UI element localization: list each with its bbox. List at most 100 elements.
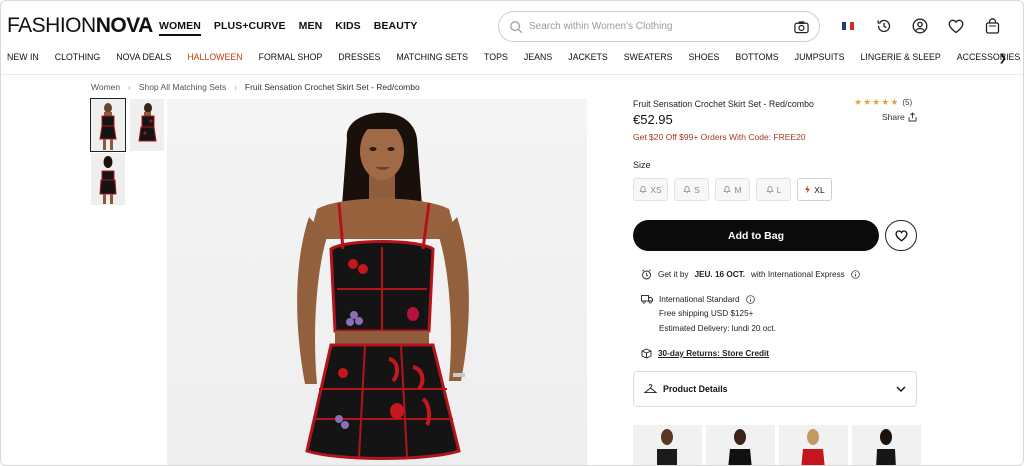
thumbnail-3[interactable] xyxy=(91,153,125,205)
wishlist-button[interactable] xyxy=(885,220,917,251)
product-thumbnail-image xyxy=(657,429,677,465)
review-count[interactable]: (5) xyxy=(902,98,912,107)
cat-matching-sets[interactable]: MATCHING SETS xyxy=(388,51,476,74)
site-header: FASHIONNOVA WOMEN PLUS+CURVE MEN KIDS BE… xyxy=(1,1,1023,51)
bell-icon xyxy=(639,186,647,194)
info-icon[interactable] xyxy=(850,270,860,279)
info-icon[interactable] xyxy=(745,294,755,304)
chevron-right-icon: › xyxy=(234,82,237,92)
thumbnail-1[interactable] xyxy=(90,98,126,152)
account-icon[interactable] xyxy=(911,17,929,35)
size-xs-label: XS xyxy=(650,184,662,195)
size-xl-label: XL xyxy=(814,184,825,195)
search-bar[interactable] xyxy=(498,11,820,42)
star-icon: ★ xyxy=(863,97,872,107)
size-option-m[interactable]: M xyxy=(715,178,750,201)
search-input[interactable] xyxy=(529,21,794,32)
returns-link[interactable]: 30-day Returns: Store Credit xyxy=(658,349,769,358)
estimated-delivery-text: Estimated Delivery: lundi 20 oct. xyxy=(659,324,776,333)
cat-lingerie-sleep[interactable]: LINGERIE & SLEEP xyxy=(853,51,949,74)
size-m-label: M xyxy=(734,184,742,195)
recommended-item-3[interactable] xyxy=(779,425,848,465)
thumbnail-2[interactable] xyxy=(130,99,164,151)
main-product-image[interactable] xyxy=(167,99,587,465)
free-shipping-text: Free shipping USD $125+ xyxy=(659,309,754,318)
bell-icon xyxy=(765,186,774,194)
size-option-xs[interactable]: XS xyxy=(633,178,668,201)
nav-men[interactable]: MEN xyxy=(299,20,323,36)
chevron-right-icon[interactable]: ❯ xyxy=(999,53,1007,64)
bell-icon xyxy=(723,186,732,194)
cat-jeans[interactable]: JEANS xyxy=(516,51,560,74)
intl-standard-label: International Standard xyxy=(659,294,740,304)
product-details-accordion[interactable]: Product Details xyxy=(633,371,917,407)
header-icons xyxy=(839,17,1001,35)
product-thumbnail-image xyxy=(728,429,752,465)
size-s-label: S xyxy=(694,184,700,195)
model-illustration xyxy=(297,112,469,460)
share-label: Share xyxy=(882,112,905,122)
camera-icon[interactable] xyxy=(794,20,809,34)
truck-icon xyxy=(641,295,653,304)
cat-shoes[interactable]: SHOES xyxy=(681,51,728,74)
cat-jumpsuits[interactable]: JUMPSUITS xyxy=(787,51,853,74)
size-option-xl[interactable]: XL xyxy=(797,178,832,201)
nav-beauty[interactable]: BEAUTY xyxy=(374,20,418,36)
recommended-item-2[interactable] xyxy=(706,425,775,465)
breadcrumb-matching-sets[interactable]: Shop All Matching Sets xyxy=(139,82,226,92)
express-date: JEU. 16 OCT. xyxy=(694,270,746,279)
size-selector: XS S M L XL xyxy=(633,178,832,201)
express-delivery-row: Get it by JEU. 16 OCT. with Internationa… xyxy=(641,269,860,280)
recommended-item-4[interactable] xyxy=(852,425,921,465)
hanger-icon xyxy=(644,384,657,394)
model-back-image xyxy=(99,156,117,204)
share-button[interactable]: Share xyxy=(882,112,917,122)
cat-jackets[interactable]: JACKETS xyxy=(560,51,616,74)
recommended-products xyxy=(633,425,921,465)
cat-halloween[interactable]: HALLOWEEN xyxy=(179,51,250,74)
nav-women[interactable]: WOMEN xyxy=(159,20,201,36)
bag-icon[interactable] xyxy=(983,17,1001,35)
cat-dresses[interactable]: DRESSES xyxy=(330,51,388,74)
returns-row[interactable]: 30-day Returns: Store Credit xyxy=(641,348,769,359)
standard-shipping-row: International Standard xyxy=(641,294,755,304)
cat-formal-shop[interactable]: FORMAL SHOP xyxy=(251,51,331,74)
search-icon xyxy=(510,20,523,33)
chevron-down-icon xyxy=(896,386,906,392)
add-to-bag-button[interactable]: Add to Bag xyxy=(633,220,879,251)
express-prefix: Get it by xyxy=(658,270,689,279)
flag-icon[interactable] xyxy=(839,17,857,35)
nav-kids[interactable]: KIDS xyxy=(335,20,361,36)
star-icon: ★ xyxy=(881,97,890,107)
model-front-image xyxy=(99,103,117,150)
heart-icon xyxy=(894,229,908,242)
browser-page: FASHIONNOVA WOMEN PLUS+CURVE MEN KIDS BE… xyxy=(0,0,1024,466)
model-side-image xyxy=(138,103,157,142)
product-price: €52.95 xyxy=(633,112,673,127)
recommended-item-1[interactable] xyxy=(633,425,702,465)
cat-clothing[interactable]: CLOTHING xyxy=(47,51,108,74)
size-l-label: L xyxy=(776,184,782,195)
history-icon[interactable] xyxy=(875,17,893,35)
product-thumbnail-image xyxy=(876,429,896,465)
star-icon: ★ xyxy=(890,97,899,107)
lightning-icon xyxy=(805,185,811,194)
alarm-clock-icon xyxy=(642,269,651,280)
cat-nova-deals[interactable]: NOVA DEALS xyxy=(108,51,179,74)
cat-tops[interactable]: TOPS xyxy=(476,51,516,74)
heart-icon[interactable] xyxy=(947,17,965,35)
product-rating[interactable]: ★ ★ ★ ★ ★ (5) xyxy=(854,97,912,108)
category-nav: NEW IN CLOTHING NOVA DEALS HALLOWEEN FOR… xyxy=(1,51,1023,75)
bell-icon xyxy=(683,186,691,194)
cat-sweaters[interactable]: SWEATERS xyxy=(616,51,681,74)
cat-bottoms[interactable]: BOTTOMS xyxy=(727,51,786,74)
express-suffix: with International Express xyxy=(751,270,845,279)
fashion-nova-logo[interactable]: FASHIONNOVA xyxy=(7,14,153,38)
cat-accessories[interactable]: ACCESSORIES xyxy=(949,51,1023,74)
product-title: Fruit Sensation Crochet Skirt Set - Red/… xyxy=(633,99,814,109)
size-option-s[interactable]: S xyxy=(674,178,709,201)
size-option-l[interactable]: L xyxy=(756,178,791,201)
nav-plus-curve[interactable]: PLUS+CURVE xyxy=(214,20,286,36)
cat-new-in[interactable]: NEW IN xyxy=(1,51,47,74)
breadcrumb-women[interactable]: Women xyxy=(91,82,120,92)
